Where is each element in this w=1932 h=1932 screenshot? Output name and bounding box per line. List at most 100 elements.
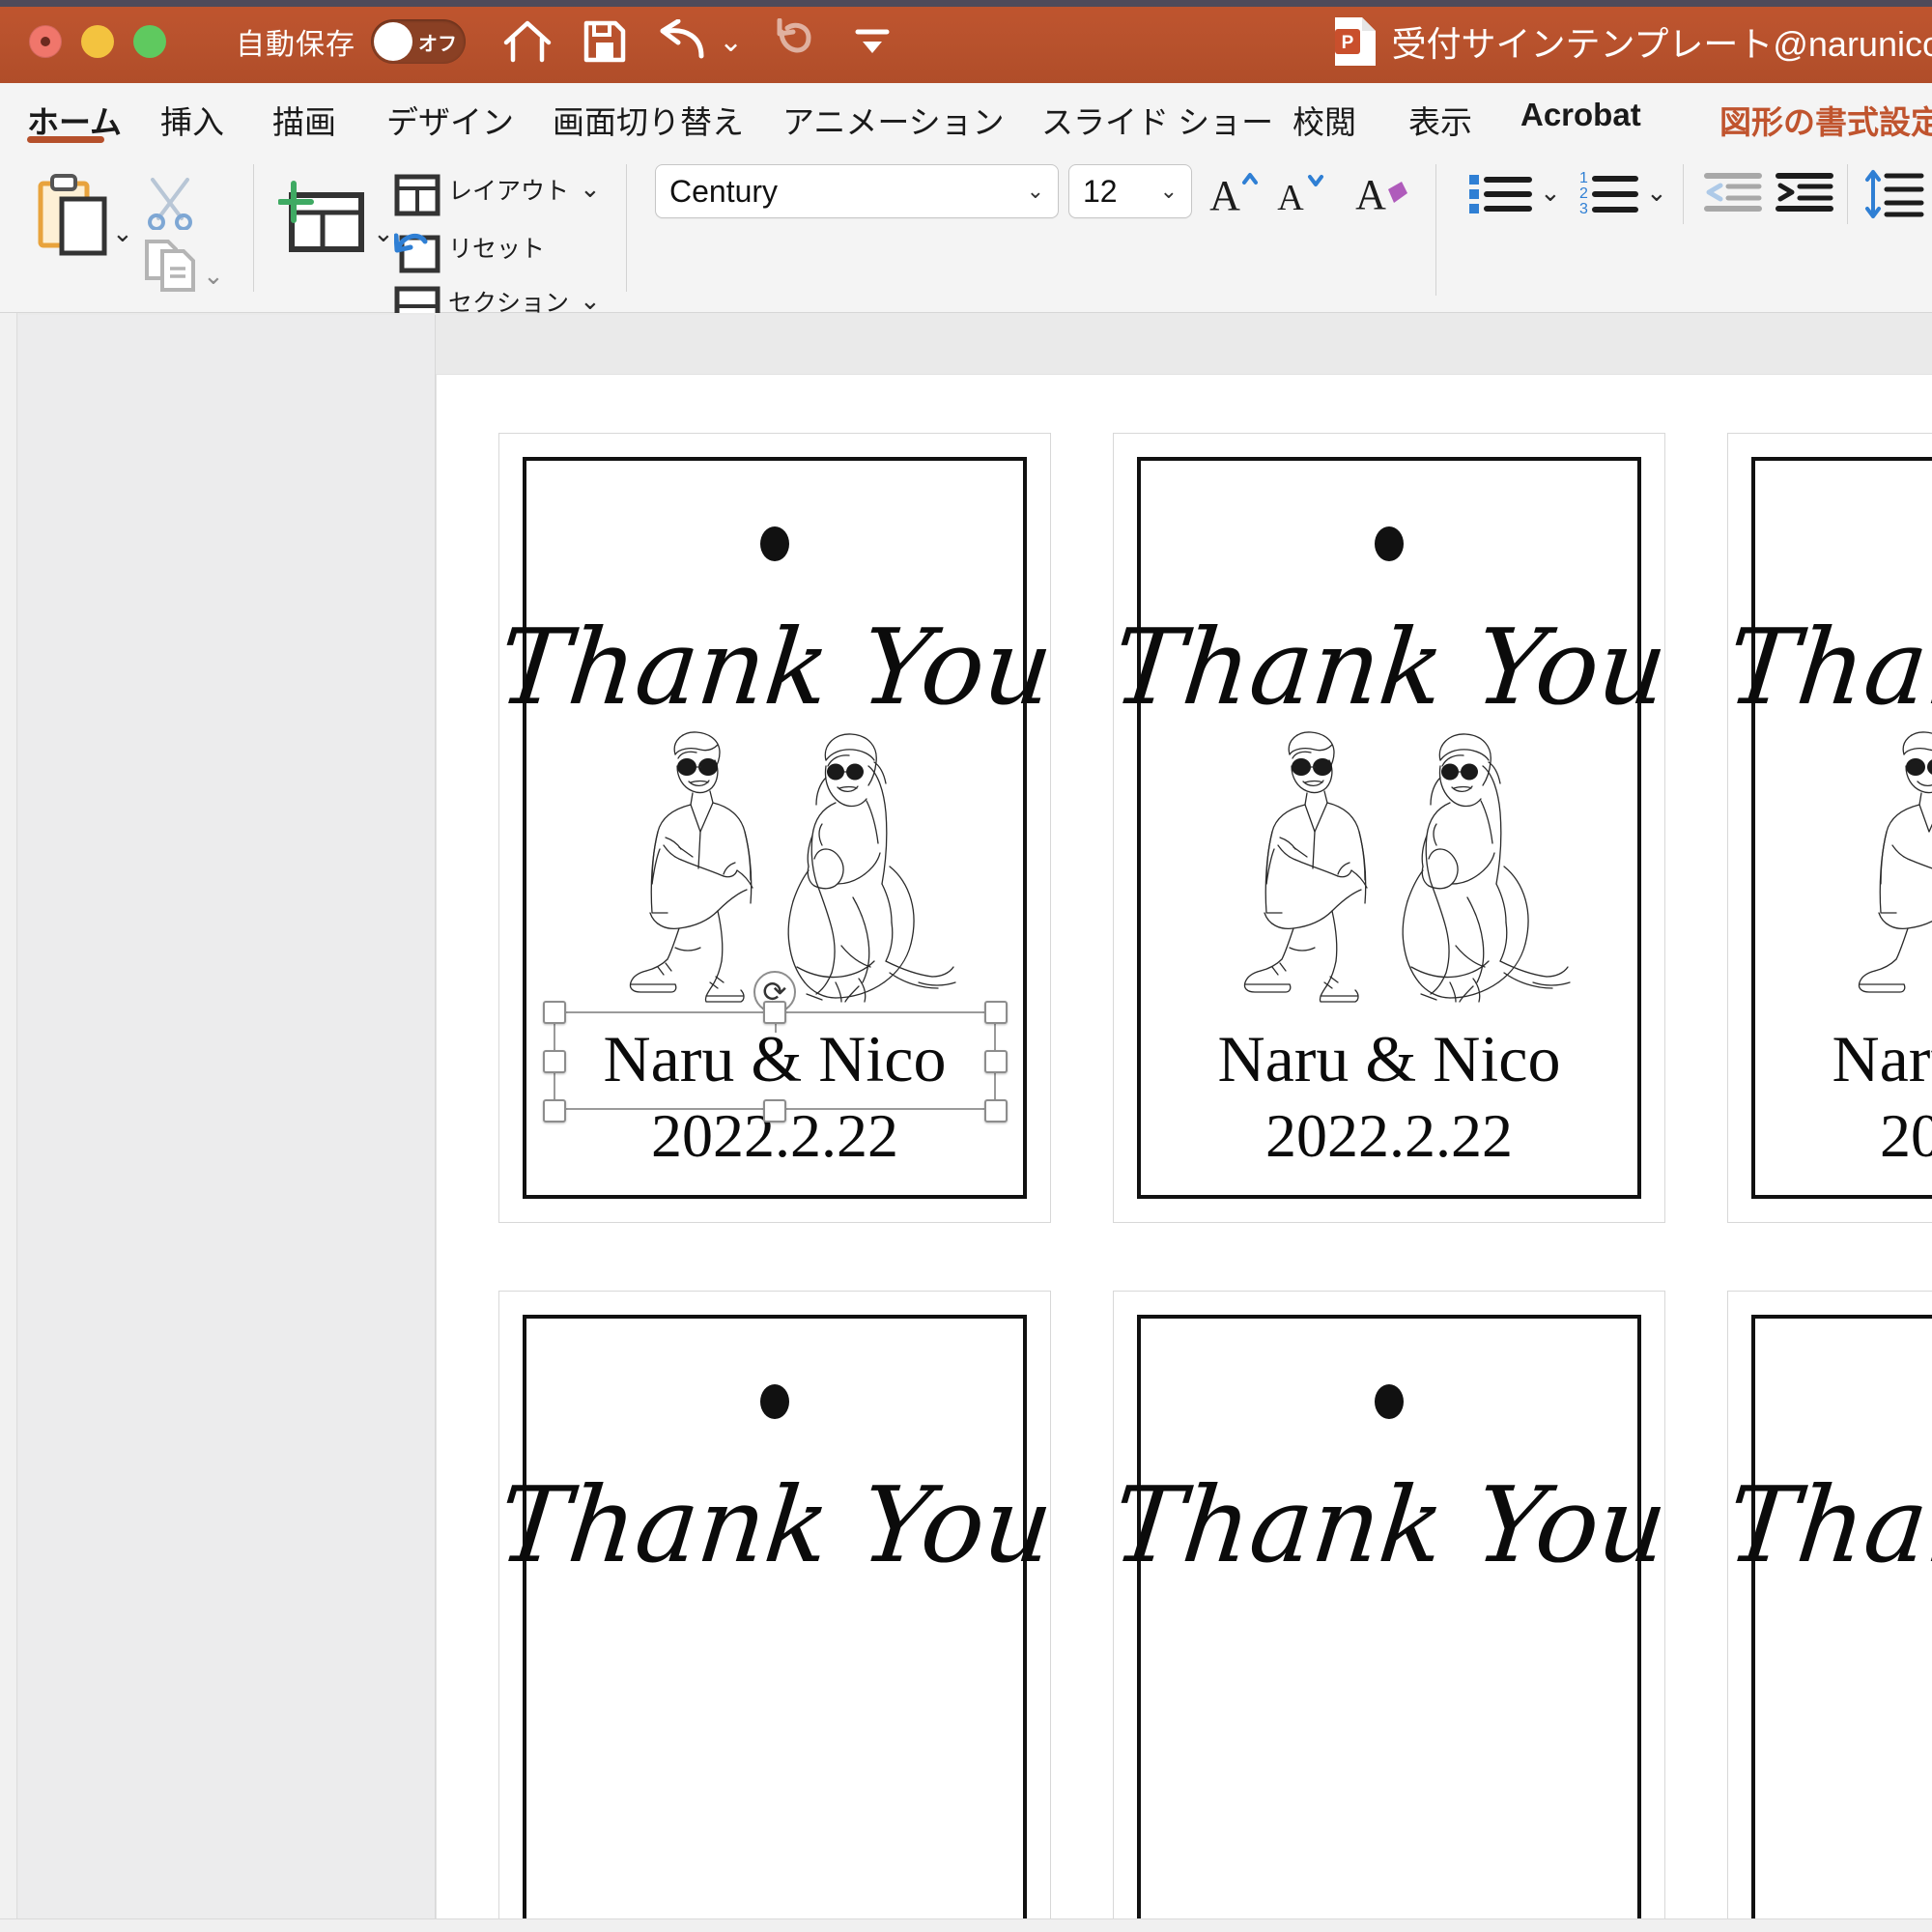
left-edge-strip <box>0 313 17 1932</box>
close-icon[interactable] <box>29 25 62 58</box>
copy-icon[interactable] <box>143 236 201 298</box>
svg-text:P: P <box>1342 33 1354 53</box>
tab-shape-format[interactable]: 図形の書式設定 <box>1719 97 1932 143</box>
autosave-toggle-knob <box>374 22 412 61</box>
tab-review[interactable]: 校閲 <box>1293 97 1356 143</box>
copy-chevron-down-icon[interactable]: ⌄ <box>203 261 224 291</box>
tab-acrobat[interactable]: Acrobat <box>1520 97 1641 133</box>
tab-slideshow[interactable]: スライド ショー <box>1041 97 1273 143</box>
wedding-couple-line-art[interactable] <box>582 724 969 1004</box>
slide-thumbnail-pane[interactable] <box>18 315 436 1932</box>
reset-icon <box>393 230 440 279</box>
names-text[interactable]: Naru & Nico <box>1728 1021 1932 1097</box>
thank-you-text[interactable]: Thank You <box>493 1465 1058 1586</box>
tag-card[interactable]: Thank You <box>493 1291 1058 1932</box>
font-size-value: 12 <box>1083 173 1118 209</box>
selection-handle[interactable] <box>763 1099 786 1122</box>
tag-card[interactable]: Thank You <box>1721 433 1932 1223</box>
save-icon[interactable] <box>580 16 630 67</box>
selection-box <box>554 1011 996 1110</box>
thank-you-text[interactable]: Thank You <box>1721 608 1932 728</box>
line-spacing-button[interactable] <box>1862 164 1926 224</box>
svg-text:A: A <box>1355 171 1386 218</box>
selection-handle[interactable] <box>763 1001 786 1024</box>
selection-handle[interactable] <box>984 1001 1008 1024</box>
quick-access-toolbar: ⌄ <box>502 16 897 67</box>
undo-icon[interactable] <box>657 16 707 67</box>
wedding-couple-line-art[interactable] <box>1811 724 1932 1004</box>
new-slide-chevron-down-icon[interactable]: ⌄ <box>373 218 394 248</box>
decrease-indent-button[interactable] <box>1702 164 1764 224</box>
numbering-chevron-down-icon[interactable]: ⌄ <box>1646 178 1667 208</box>
reset-button[interactable]: リセット <box>448 236 545 263</box>
selection-handle[interactable] <box>543 1001 566 1024</box>
thank-you-text[interactable]: Thank You <box>1721 1465 1932 1586</box>
paste-chevron-down-icon[interactable]: ⌄ <box>112 218 133 248</box>
tab-design[interactable]: デザイン <box>386 97 514 143</box>
document-title-area: P 受付サインテンプレート@narunico <box>1333 0 1932 83</box>
selection-handle[interactable] <box>543 1050 566 1073</box>
autosave-toggle[interactable]: オフ <box>371 19 466 64</box>
font-size-chevron-down-icon[interactable]: ⌄ <box>1160 179 1178 204</box>
new-slide-button[interactable] <box>277 178 365 266</box>
thank-you-text[interactable]: Thank You <box>493 608 1058 728</box>
thank-you-text[interactable]: Thank You <box>1107 608 1672 728</box>
bullets-chevron-down-icon[interactable]: ⌄ <box>1540 178 1561 208</box>
selection-handle[interactable] <box>984 1050 1008 1073</box>
scissors-icon[interactable] <box>143 176 197 235</box>
slide-canvas[interactable]: Thank You ⟳ Naru & Nico 2022.2.22 Thank … <box>437 375 1932 1932</box>
font-size-select[interactable]: 12 ⌄ <box>1068 164 1192 218</box>
punch-hole <box>1375 526 1404 561</box>
layout-icon <box>394 174 440 221</box>
tab-animations[interactable]: アニメーション <box>782 97 1005 143</box>
tag-card[interactable]: Thank You <box>1107 1291 1672 1932</box>
section-chevron-down-icon[interactable]: ⌄ <box>580 286 601 316</box>
svg-text:1: 1 <box>1579 170 1588 186</box>
increase-font-size-button[interactable]: A <box>1206 164 1265 220</box>
increase-indent-button[interactable] <box>1774 164 1835 224</box>
status-bar <box>0 1918 1932 1932</box>
tag-card[interactable]: Thank You <box>493 433 1058 1223</box>
layout-button[interactable]: レイアウト <box>448 178 569 205</box>
active-tab-indicator <box>27 136 104 143</box>
minimize-icon[interactable] <box>81 25 114 58</box>
paste-button[interactable] <box>27 170 116 264</box>
decrease-font-size-button[interactable]: A <box>1271 164 1331 220</box>
tab-view[interactable]: 表示 <box>1408 97 1472 143</box>
punch-hole <box>760 526 789 561</box>
tab-insert[interactable]: 挿入 <box>160 97 224 143</box>
title-bar: 自動保存 オフ ⌄ P 受付サインテンプレート@narunico <box>0 0 1932 83</box>
ribbon: ⌄ ペースト ⌄ <box>0 143 1932 456</box>
date-text[interactable]: 2022.2.22 <box>1114 1100 1664 1172</box>
numbering-button[interactable]: 1 2 3 <box>1571 164 1642 224</box>
home-icon[interactable] <box>502 16 553 67</box>
bullets-button[interactable] <box>1464 164 1536 224</box>
punch-hole <box>1375 1384 1404 1419</box>
window-controls[interactable] <box>29 25 166 58</box>
redo-icon[interactable] <box>770 16 820 67</box>
customize-toolbar-icon[interactable] <box>847 16 897 67</box>
tab-transitions[interactable]: 画面切り替え <box>553 97 744 143</box>
maximize-icon[interactable] <box>133 25 166 58</box>
svg-text:3: 3 <box>1579 201 1588 217</box>
tag-card[interactable]: Thank You <box>1721 1291 1932 1932</box>
selection-handle[interactable] <box>543 1099 566 1122</box>
font-family-select[interactable]: Century ⌄ <box>655 164 1059 218</box>
font-family-value: Century <box>669 173 779 209</box>
wedding-couple-line-art[interactable] <box>1197 724 1583 1004</box>
tab-draw[interactable]: 描画 <box>272 97 336 143</box>
clear-formatting-button[interactable]: A <box>1350 164 1414 220</box>
document-title: 受付サインテンプレート@narunico <box>1391 24 1932 64</box>
work-area: Thank You ⟳ Naru & Nico 2022.2.22 Thank … <box>0 313 1932 1932</box>
layout-chevron-down-icon[interactable]: ⌄ <box>580 174 601 204</box>
tag-inner-border <box>1751 1315 1932 1932</box>
tag-card[interactable]: Thank You <box>1107 433 1672 1223</box>
thank-you-text[interactable]: Thank You <box>1107 1465 1672 1586</box>
undo-chevron-down-icon[interactable]: ⌄ <box>719 25 743 59</box>
names-text[interactable]: Naru & Nico <box>1114 1021 1664 1097</box>
svg-text:A: A <box>1209 172 1240 217</box>
selection-handle[interactable] <box>984 1099 1008 1122</box>
date-text[interactable]: 2022.2.22 <box>1728 1100 1932 1172</box>
autosave-label: 自動保存 <box>236 29 355 61</box>
font-family-chevron-down-icon[interactable]: ⌄ <box>1027 179 1044 204</box>
